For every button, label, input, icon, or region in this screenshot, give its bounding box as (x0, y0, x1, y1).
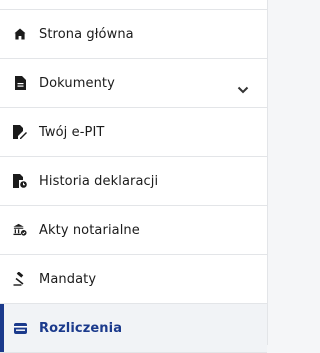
sidebar-item-label: Akty notarialne (39, 222, 140, 238)
sidebar-item-label: Mandaty (39, 271, 97, 287)
sidebar-item-akty-notarialne[interactable]: Akty notarialne (0, 206, 267, 255)
sidebar-item-strona-glowna[interactable]: Strona główna (0, 10, 267, 59)
sidebar-item-label: Historia deklaracji (39, 173, 159, 189)
notary-building-icon (13, 222, 27, 238)
wallet-icon (13, 320, 27, 336)
main-content (268, 0, 305, 345)
sidebar-item-label: Twój e-PIT (39, 124, 105, 140)
sidebar-item-dokumenty[interactable]: Dokumenty (0, 59, 267, 108)
home-icon (13, 26, 27, 42)
sidebar-item-rozliczenia[interactable]: Rozliczenia (0, 304, 267, 353)
sidebar-item-label: Rozliczenia (39, 320, 123, 336)
sidebar-nav: Strona główna Dokumenty Twój e-PIT Histo… (0, 0, 268, 353)
document-pen-icon (13, 124, 27, 140)
sidebar-item-label: Strona główna (39, 26, 134, 42)
chevron-down-icon[interactable] (237, 79, 249, 94)
sidebar-item-historia-deklaracji[interactable]: Historia deklaracji (0, 157, 267, 206)
document-icon (13, 75, 27, 91)
sidebar-item-mandaty[interactable]: Mandaty (0, 255, 267, 304)
document-history-icon (13, 173, 27, 189)
sidebar-item-label: Dokumenty (39, 75, 115, 91)
gavel-icon (13, 271, 27, 287)
sidebar-item-twoj-e-pit[interactable]: Twój e-PIT (0, 108, 267, 157)
